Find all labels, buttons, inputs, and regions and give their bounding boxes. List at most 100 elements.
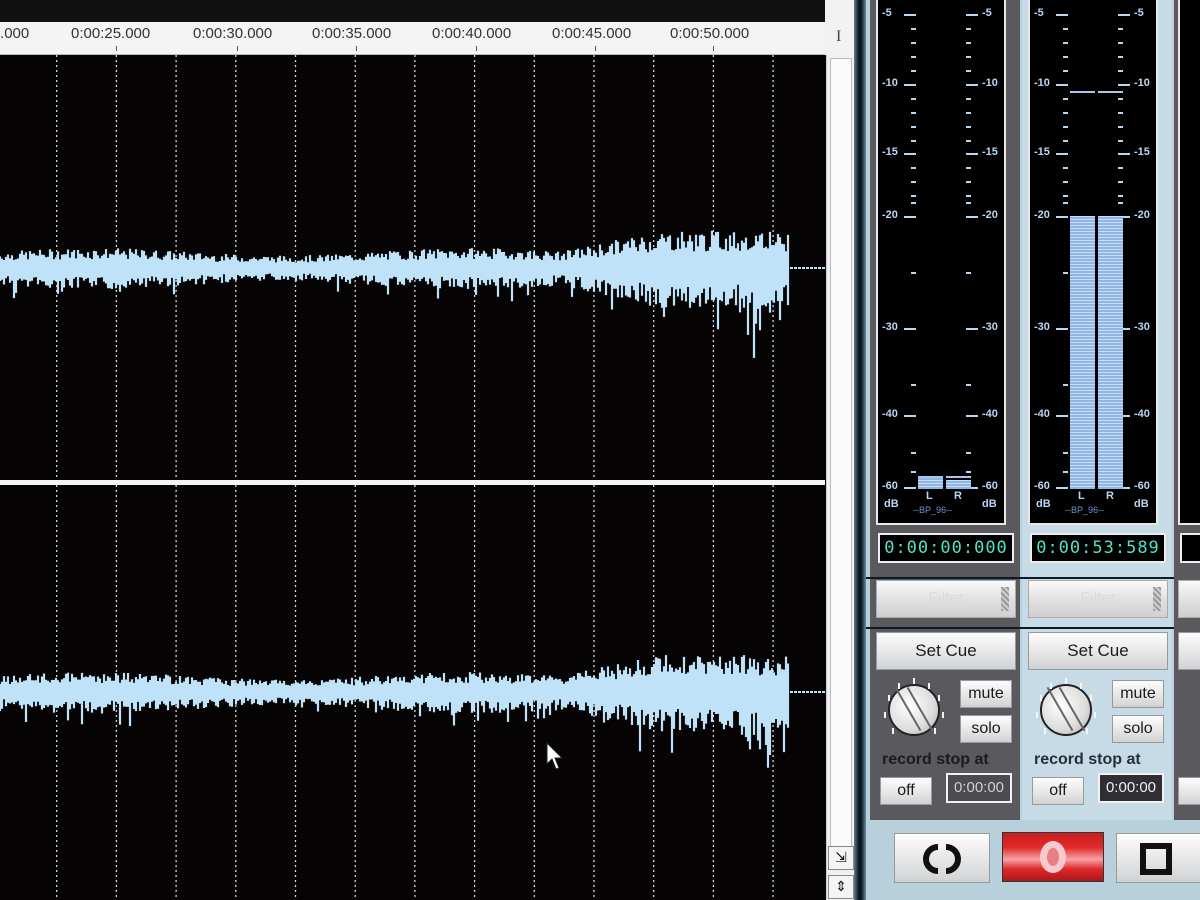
record-stop-off-button[interactable]: off [1032, 777, 1084, 805]
mute-button[interactable]: mute [1112, 680, 1164, 708]
zoom-in-icon: ⇲ [835, 849, 847, 865]
meter-minor-tick [911, 452, 916, 454]
solo-button[interactable]: solo [1112, 715, 1164, 743]
left-channel-label: L [1078, 490, 1085, 502]
zoom-in-vertical-button[interactable]: ⇲ [828, 846, 854, 870]
record-stop-label: record stop at [882, 751, 989, 768]
meter-major-tick [966, 84, 978, 86]
meter-major-tick [966, 14, 978, 16]
record-stop-time-input[interactable]: 0:00:00 [1098, 773, 1164, 803]
ruler-tick [116, 46, 117, 51]
meter-minor-tick [1063, 140, 1068, 142]
meter-scale-label: -60 [882, 480, 898, 492]
vertical-scrollbar[interactable]: ⇲ ⇕ [826, 55, 855, 900]
waveform-channel-left[interactable] [0, 230, 825, 358]
meter-minor-tick [911, 56, 916, 58]
record-stop-time-input[interactable]: 0:00:00 [946, 773, 1012, 803]
meter-minor-tick [1118, 167, 1123, 169]
peak-hold-right [1098, 90, 1123, 93]
meter-scale-label: -30 [1134, 321, 1150, 333]
level-meter: -5 -5 -10 -10 -15 -15 -20 -20 -30 -30 -40 -40 -60 -60… [1028, 0, 1158, 525]
meter-major-tick [1056, 216, 1068, 218]
knob-scale-tick [934, 728, 936, 734]
ruler-tick [476, 46, 477, 51]
record-stop-off-button[interactable] [1178, 777, 1200, 805]
meter-minor-tick [1063, 28, 1068, 30]
meter-major-tick [966, 415, 978, 417]
meter-scale-label: -30 [1034, 321, 1050, 333]
ruler-label: 0:00:25.000 [71, 25, 151, 42]
channel-separator[interactable] [0, 480, 825, 485]
mixer-strip-3-partial [1174, 0, 1200, 820]
meter-scale-label: -20 [1134, 209, 1150, 221]
level-meter: -5 -5 -10 -10 -15 -15 -20 -20 -30 -30 -40 -40 -60 -60… [876, 0, 1006, 525]
meter-major-tick [1118, 84, 1130, 86]
mixer-section-divider [866, 627, 1200, 629]
zoom-out-icon: ⇕ [835, 878, 847, 894]
filter-grip [1153, 587, 1161, 611]
zoom-out-vertical-button[interactable]: ⇕ [828, 875, 854, 899]
meter-scale-label: -10 [1034, 77, 1050, 89]
time-ruler[interactable]: 0:00:20.000 0:00:25.000 0:00:30.000 0:00… [0, 22, 825, 55]
meter-scale-label: -10 [882, 77, 898, 89]
meter-minor-tick [1063, 195, 1068, 197]
meter-major-tick [904, 487, 916, 489]
meter-major-tick [904, 14, 916, 16]
meter-minor-tick [1063, 471, 1068, 473]
meter-major-tick [966, 328, 978, 330]
ruler-tick [713, 46, 714, 51]
filter-button[interactable]: Filter [876, 580, 1016, 618]
waveform-canvas[interactable] [0, 55, 825, 900]
meter-scale-label: -5 [882, 7, 892, 19]
scrollbar-track[interactable] [830, 58, 852, 848]
meter-scale-label: -20 [982, 209, 998, 221]
meter-scale-label: -15 [982, 146, 998, 158]
gain-knob[interactable] [888, 684, 940, 736]
filter-label: Filter [928, 590, 964, 607]
record-button[interactable] [1002, 832, 1104, 882]
set-cue-button[interactable] [1178, 632, 1200, 670]
waveform-display[interactable] [0, 55, 825, 900]
meter-minor-tick [911, 70, 916, 72]
meter-major-tick [966, 153, 978, 155]
filter-label: Filter [1080, 590, 1116, 607]
loop-button[interactable] [894, 833, 990, 883]
filter-button[interactable] [1178, 580, 1200, 618]
set-cue-button[interactable]: Set Cue [876, 632, 1016, 670]
meter-scale-label: -5 [982, 7, 992, 19]
meter-minor-tick [1063, 70, 1068, 72]
meter-minor-tick [911, 384, 916, 386]
meter-scale-label: -15 [882, 146, 898, 158]
mute-button[interactable]: mute [960, 680, 1012, 708]
meter-minor-tick [1118, 181, 1123, 183]
meter-minor-tick [966, 28, 971, 30]
db-unit-label: dB [1134, 498, 1149, 510]
time-counter [1180, 533, 1200, 563]
meter-minor-tick [966, 384, 971, 386]
meter-minor-tick [911, 471, 916, 473]
meter-minor-tick [911, 126, 916, 128]
panel-divider[interactable] [854, 0, 866, 900]
knob-scale-tick [892, 728, 894, 734]
stop-button[interactable] [1116, 833, 1200, 883]
peak-hold-left [918, 476, 943, 479]
meter-minor-tick [1118, 28, 1123, 30]
right-channel-label: R [954, 490, 962, 502]
meter-minor-tick [1118, 56, 1123, 58]
meter-minor-tick [966, 140, 971, 142]
filter-button[interactable]: Filter [1028, 580, 1168, 618]
set-cue-button[interactable]: Set Cue [1028, 632, 1168, 670]
meter-major-tick [904, 415, 916, 417]
ruler-label: 0:00:30.000 [193, 25, 273, 42]
gain-knob[interactable] [1040, 684, 1092, 736]
meter-scale-label: -40 [1034, 408, 1050, 420]
meter-minor-tick [1063, 384, 1068, 386]
meter-scale-label: -40 [982, 408, 998, 420]
solo-button[interactable]: solo [960, 715, 1012, 743]
level-bar-right [1098, 216, 1123, 489]
record-stop-off-button[interactable]: off [880, 777, 932, 805]
meter-minor-tick [1118, 70, 1123, 72]
waveform-channel-right[interactable] [0, 655, 825, 768]
meter-scale-label: -15 [1134, 146, 1150, 158]
meter-major-tick [1056, 487, 1068, 489]
